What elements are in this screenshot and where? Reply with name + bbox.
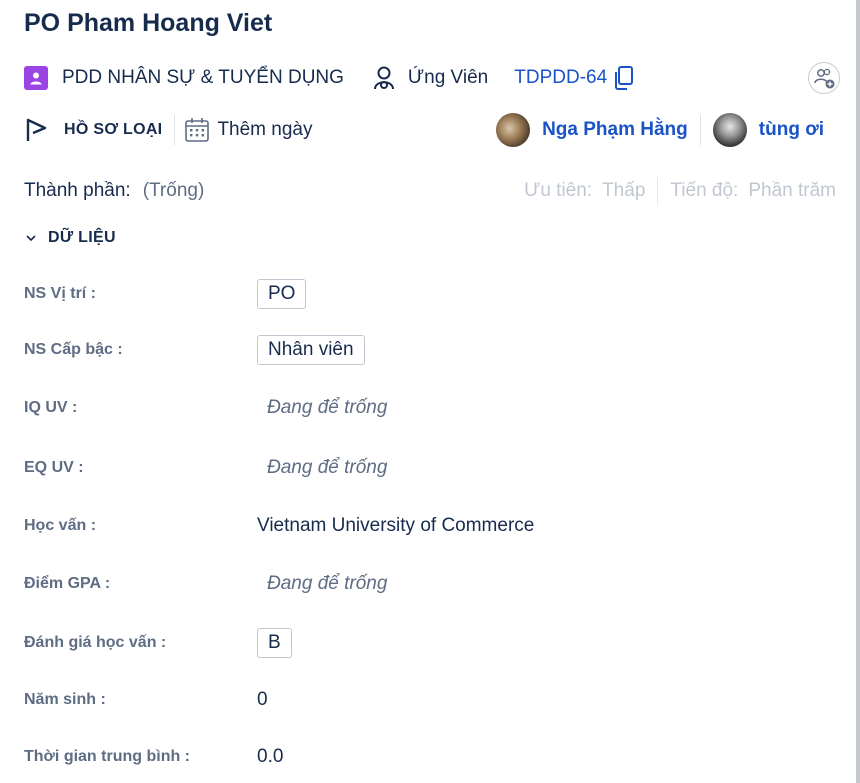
field-label: NS Vị trí :: [24, 285, 97, 302]
field-label: Năm sinh :: [24, 691, 106, 708]
field-label: Đánh giá học vấn :: [24, 634, 167, 651]
progress-value[interactable]: Phần trăm: [748, 180, 836, 202]
field-value[interactable]: 0: [257, 689, 268, 711]
meta-row: Thành phần: (Trống) Ưu tiên: Thấp Tiến đ…: [24, 176, 836, 206]
priority-progress: Ưu tiên: Thấp Tiến độ: Phần trăm: [524, 176, 836, 206]
field-label: NS Cấp bậc :: [24, 341, 123, 358]
field-label: Điểm GPA :: [24, 575, 111, 592]
field-nam-sinh: Năm sinh : 0: [24, 682, 824, 718]
field-value-tag[interactable]: PO: [257, 279, 307, 309]
status-row: HỒ SƠ LOẠI Thêm ngày Nga Phạm Hằng tùng …: [24, 112, 840, 148]
scrollbar[interactable]: [856, 0, 860, 783]
field-iq-uv: IQ UV : Đang để trống: [24, 390, 824, 426]
field-danh-gia-hoc-van: Đánh giá học vấn : B: [24, 625, 824, 661]
field-value[interactable]: Vietnam University of Commerce: [257, 515, 534, 537]
issue-key-link[interactable]: TDPDD-64: [514, 67, 607, 89]
field-value-empty[interactable]: Đang để trống: [257, 397, 387, 419]
avatar[interactable]: [496, 113, 531, 147]
field-value-empty[interactable]: Đang để trống: [257, 457, 387, 479]
field-label: Học vấn :: [24, 517, 97, 534]
issue-title[interactable]: PO Pham Hoang Viet: [24, 8, 272, 38]
project-name[interactable]: PDD NHÂN SỰ & TUYỂN DỤNG: [62, 67, 344, 89]
status-button[interactable]: HỒ SƠ LOẠI: [64, 121, 162, 139]
copy-icon[interactable]: [613, 65, 635, 91]
priority-label: Ưu tiên:: [524, 180, 593, 201]
data-section-toggle[interactable]: DỮ LIỆU: [24, 226, 116, 250]
field-ns-vi-tri: NS Vị trí : PO: [24, 276, 824, 312]
add-date-button[interactable]: Thêm ngày: [217, 119, 312, 141]
watcher-icon: [814, 68, 835, 89]
issue-type[interactable]: Ứng Viên: [408, 67, 488, 89]
field-ns-cap-bac: NS Cấp bậc : Nhân viên: [24, 332, 824, 368]
field-value[interactable]: 0.0: [257, 746, 283, 768]
field-eq-uv: EQ UV : Đang để trống: [24, 450, 824, 486]
divider: [657, 177, 659, 205]
field-label: Thời gian trung bình :: [24, 748, 191, 765]
components-label: Thành phần:: [24, 180, 131, 201]
issue-context-row: PDD NHÂN SỰ & TUYỂN DỤNG Ứng Viên TDPDD-…: [24, 62, 840, 94]
divider: [699, 115, 701, 145]
field-label: EQ UV :: [24, 459, 84, 476]
components-value[interactable]: (Trống): [143, 180, 205, 202]
project-icon: [24, 66, 48, 90]
progress-label: Tiến độ:: [670, 180, 739, 201]
field-value-tag[interactable]: B: [257, 628, 292, 658]
status-flag-icon: [26, 118, 47, 141]
priority-value[interactable]: Thấp: [602, 180, 645, 202]
calendar-icon: [185, 118, 210, 142]
field-value-empty[interactable]: Đang để trống: [257, 573, 387, 595]
add-watcher-button[interactable]: [808, 62, 840, 94]
people-list: Nga Phạm Hằng tùng ơi: [496, 112, 824, 148]
candidate-type-icon: [373, 66, 394, 90]
field-hoc-van: Học vấn : Vietnam University of Commerce: [24, 508, 824, 544]
reporter-name[interactable]: tùng ơi: [759, 119, 824, 141]
field-diem-gpa: Điểm GPA : Đang để trống: [24, 566, 824, 602]
field-thoi-gian-trung-binh: Thời gian trung bình : 0.0: [24, 739, 824, 775]
chevron-down-icon: [26, 235, 36, 242]
assignee-name[interactable]: Nga Phạm Hằng: [542, 119, 688, 141]
avatar[interactable]: [712, 113, 747, 147]
section-title: DỮ LIỆU: [48, 229, 116, 246]
field-label: IQ UV :: [24, 399, 78, 416]
field-value-tag[interactable]: Nhân viên: [257, 335, 365, 365]
divider: [174, 115, 176, 145]
